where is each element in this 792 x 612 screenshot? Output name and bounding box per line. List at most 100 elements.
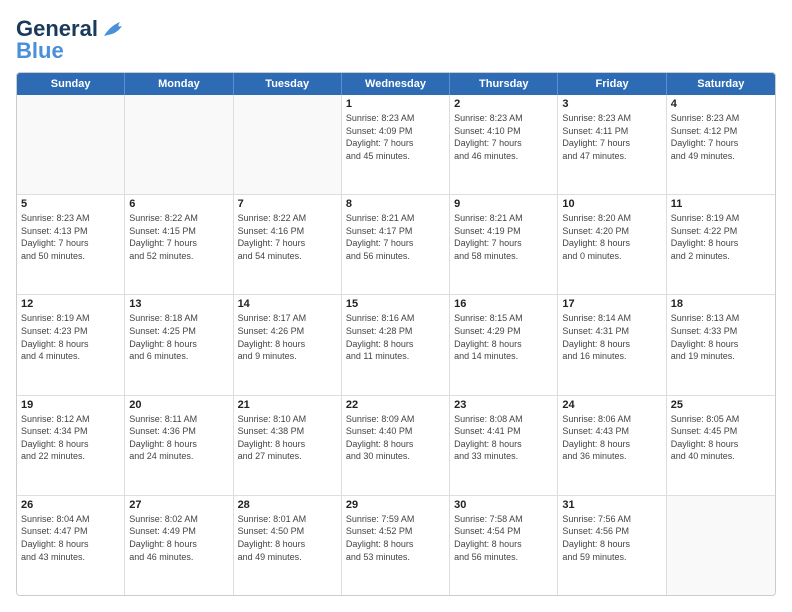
calendar: SundayMondayTuesdayWednesdayThursdayFrid… bbox=[16, 72, 776, 596]
day-info: Sunrise: 8:06 AM Sunset: 4:43 PM Dayligh… bbox=[562, 414, 631, 462]
day-info: Sunrise: 8:20 AM Sunset: 4:20 PM Dayligh… bbox=[562, 213, 631, 261]
day-number: 22 bbox=[346, 399, 445, 411]
day-number: 16 bbox=[454, 298, 553, 310]
day-cell-11: 11 Sunrise: 8:19 AM Sunset: 4:22 PM Dayli… bbox=[667, 195, 775, 294]
day-cell-20: 20 Sunrise: 8:11 AM Sunset: 4:36 PM Dayli… bbox=[125, 396, 233, 495]
day-cell-14: 14 Sunrise: 8:17 AM Sunset: 4:26 PM Dayli… bbox=[234, 295, 342, 394]
day-number: 6 bbox=[129, 198, 228, 210]
day-info: Sunrise: 7:59 AM Sunset: 4:52 PM Dayligh… bbox=[346, 514, 415, 562]
day-info: Sunrise: 8:02 AM Sunset: 4:49 PM Dayligh… bbox=[129, 514, 198, 562]
day-info: Sunrise: 8:23 AM Sunset: 4:11 PM Dayligh… bbox=[562, 113, 631, 161]
day-info: Sunrise: 8:23 AM Sunset: 4:10 PM Dayligh… bbox=[454, 113, 523, 161]
day-cell-7: 7 Sunrise: 8:22 AM Sunset: 4:16 PM Daylig… bbox=[234, 195, 342, 294]
week-row-1: 1 Sunrise: 8:23 AM Sunset: 4:09 PM Daylig… bbox=[17, 95, 775, 195]
day-number: 8 bbox=[346, 198, 445, 210]
day-cell-1: 1 Sunrise: 8:23 AM Sunset: 4:09 PM Daylig… bbox=[342, 95, 450, 194]
day-info: Sunrise: 8:11 AM Sunset: 4:36 PM Dayligh… bbox=[129, 414, 197, 462]
day-info: Sunrise: 7:56 AM Sunset: 4:56 PM Dayligh… bbox=[562, 514, 631, 562]
header-day-thursday: Thursday bbox=[450, 73, 558, 95]
day-cell-8: 8Sunrise: 8:21 AM Sunset: 4:17 PM Daylig… bbox=[342, 195, 450, 294]
day-cell-10: 10 Sunrise: 8:20 AM Sunset: 4:20 PM Dayli… bbox=[558, 195, 666, 294]
day-info: Sunrise: 8:08 AM Sunset: 4:41 PM Dayligh… bbox=[454, 414, 523, 462]
day-number: 23 bbox=[454, 399, 553, 411]
day-info: Sunrise: 8:23 AM Sunset: 4:12 PM Dayligh… bbox=[671, 113, 740, 161]
day-number: 26 bbox=[21, 499, 120, 511]
header-day-wednesday: Wednesday bbox=[342, 73, 450, 95]
day-info: Sunrise: 8:23 AM Sunset: 4:09 PM Dayligh… bbox=[346, 113, 415, 161]
day-info: Sunrise: 8:19 AM Sunset: 4:22 PM Dayligh… bbox=[671, 213, 740, 261]
day-info: Sunrise: 8:18 AM Sunset: 4:25 PM Dayligh… bbox=[129, 313, 198, 361]
day-number: 18 bbox=[671, 298, 771, 310]
day-info: Sunrise: 8:09 AM Sunset: 4:40 PM Dayligh… bbox=[346, 414, 415, 462]
logo-blue: Blue bbox=[16, 38, 64, 64]
day-number: 9 bbox=[454, 198, 553, 210]
day-cell-31: 31 Sunrise: 7:56 AM Sunset: 4:56 PM Dayli… bbox=[558, 496, 666, 595]
day-number: 30 bbox=[454, 499, 553, 511]
page: General Blue SundayMondayTuesdayWednesda… bbox=[0, 0, 792, 612]
day-info: Sunrise: 8:23 AM Sunset: 4:13 PM Dayligh… bbox=[21, 213, 90, 261]
day-number: 17 bbox=[562, 298, 661, 310]
day-number: 5 bbox=[21, 198, 120, 210]
day-info: Sunrise: 8:10 AM Sunset: 4:38 PM Dayligh… bbox=[238, 414, 307, 462]
day-number: 1 bbox=[346, 98, 445, 110]
day-info: Sunrise: 8:21 AM Sunset: 4:19 PM Dayligh… bbox=[454, 213, 523, 261]
empty-cell bbox=[667, 496, 775, 595]
logo-bird-icon bbox=[100, 18, 128, 40]
day-cell-24: 24 Sunrise: 8:06 AM Sunset: 4:43 PM Dayli… bbox=[558, 396, 666, 495]
day-cell-23: 23 Sunrise: 8:08 AM Sunset: 4:41 PM Dayli… bbox=[450, 396, 558, 495]
day-info: Sunrise: 8:04 AM Sunset: 4:47 PM Dayligh… bbox=[21, 514, 90, 562]
day-number: 3 bbox=[562, 98, 661, 110]
day-number: 7 bbox=[238, 198, 337, 210]
day-cell-9: 9 Sunrise: 8:21 AM Sunset: 4:19 PM Daylig… bbox=[450, 195, 558, 294]
day-cell-21: 21 Sunrise: 8:10 AM Sunset: 4:38 PM Dayli… bbox=[234, 396, 342, 495]
day-number: 20 bbox=[129, 399, 228, 411]
empty-cell bbox=[17, 95, 125, 194]
day-info: Sunrise: 8:22 AM Sunset: 4:15 PM Dayligh… bbox=[129, 213, 198, 261]
day-cell-29: 29 Sunrise: 7:59 AM Sunset: 4:52 PM Dayli… bbox=[342, 496, 450, 595]
day-info: Sunrise: 8:22 AM Sunset: 4:16 PM Dayligh… bbox=[238, 213, 307, 261]
day-cell-2: 2 Sunrise: 8:23 AM Sunset: 4:10 PM Daylig… bbox=[450, 95, 558, 194]
day-cell-25: 25 Sunrise: 8:05 AM Sunset: 4:45 PM Dayli… bbox=[667, 396, 775, 495]
day-cell-17: 17 Sunrise: 8:14 AM Sunset: 4:31 PM Dayli… bbox=[558, 295, 666, 394]
day-cell-18: 18 Sunrise: 8:13 AM Sunset: 4:33 PM Dayli… bbox=[667, 295, 775, 394]
header: General Blue bbox=[16, 16, 776, 64]
logo: General Blue bbox=[16, 16, 128, 64]
day-info: Sunrise: 8:01 AM Sunset: 4:50 PM Dayligh… bbox=[238, 514, 307, 562]
day-info: Sunrise: 8:14 AM Sunset: 4:31 PM Dayligh… bbox=[562, 313, 631, 361]
day-number: 15 bbox=[346, 298, 445, 310]
day-number: 24 bbox=[562, 399, 661, 411]
day-number: 28 bbox=[238, 499, 337, 511]
day-number: 21 bbox=[238, 399, 337, 411]
day-info: Sunrise: 8:15 AM Sunset: 4:29 PM Dayligh… bbox=[454, 313, 523, 361]
day-number: 14 bbox=[238, 298, 337, 310]
day-info: Sunrise: 8:16 AM Sunset: 4:28 PM Dayligh… bbox=[346, 313, 415, 361]
day-number: 11 bbox=[671, 198, 771, 210]
empty-cell bbox=[234, 95, 342, 194]
day-cell-15: 15 Sunrise: 8:16 AM Sunset: 4:28 PM Dayli… bbox=[342, 295, 450, 394]
day-number: 2 bbox=[454, 98, 553, 110]
day-cell-19: 19Sunrise: 8:12 AM Sunset: 4:34 PM Dayli… bbox=[17, 396, 125, 495]
day-cell-12: 12Sunrise: 8:19 AM Sunset: 4:23 PM Dayli… bbox=[17, 295, 125, 394]
day-info: Sunrise: 8:05 AM Sunset: 4:45 PM Dayligh… bbox=[671, 414, 740, 462]
header-day-sunday: Sunday bbox=[17, 73, 125, 95]
day-number: 31 bbox=[562, 499, 661, 511]
day-number: 29 bbox=[346, 499, 445, 511]
day-info: Sunrise: 8:13 AM Sunset: 4:33 PM Dayligh… bbox=[671, 313, 740, 361]
header-day-saturday: Saturday bbox=[667, 73, 775, 95]
day-number: 10 bbox=[562, 198, 661, 210]
day-cell-5: 5 Sunrise: 8:23 AM Sunset: 4:13 PM Daylig… bbox=[17, 195, 125, 294]
day-cell-4: 4 Sunrise: 8:23 AM Sunset: 4:12 PM Daylig… bbox=[667, 95, 775, 194]
day-cell-22: 22 Sunrise: 8:09 AM Sunset: 4:40 PM Dayli… bbox=[342, 396, 450, 495]
day-number: 12 bbox=[21, 298, 120, 310]
calendar-header: SundayMondayTuesdayWednesdayThursdayFrid… bbox=[17, 73, 775, 95]
day-cell-28: 28 Sunrise: 8:01 AM Sunset: 4:50 PM Dayli… bbox=[234, 496, 342, 595]
empty-cell bbox=[125, 95, 233, 194]
day-cell-27: 27Sunrise: 8:02 AM Sunset: 4:49 PM Dayli… bbox=[125, 496, 233, 595]
day-number: 4 bbox=[671, 98, 771, 110]
day-info: Sunrise: 8:17 AM Sunset: 4:26 PM Dayligh… bbox=[238, 313, 307, 361]
day-number: 25 bbox=[671, 399, 771, 411]
header-day-friday: Friday bbox=[558, 73, 666, 95]
week-row-2: 5 Sunrise: 8:23 AM Sunset: 4:13 PM Daylig… bbox=[17, 195, 775, 295]
week-row-4: 19Sunrise: 8:12 AM Sunset: 4:34 PM Dayli… bbox=[17, 396, 775, 496]
week-row-3: 12Sunrise: 8:19 AM Sunset: 4:23 PM Dayli… bbox=[17, 295, 775, 395]
